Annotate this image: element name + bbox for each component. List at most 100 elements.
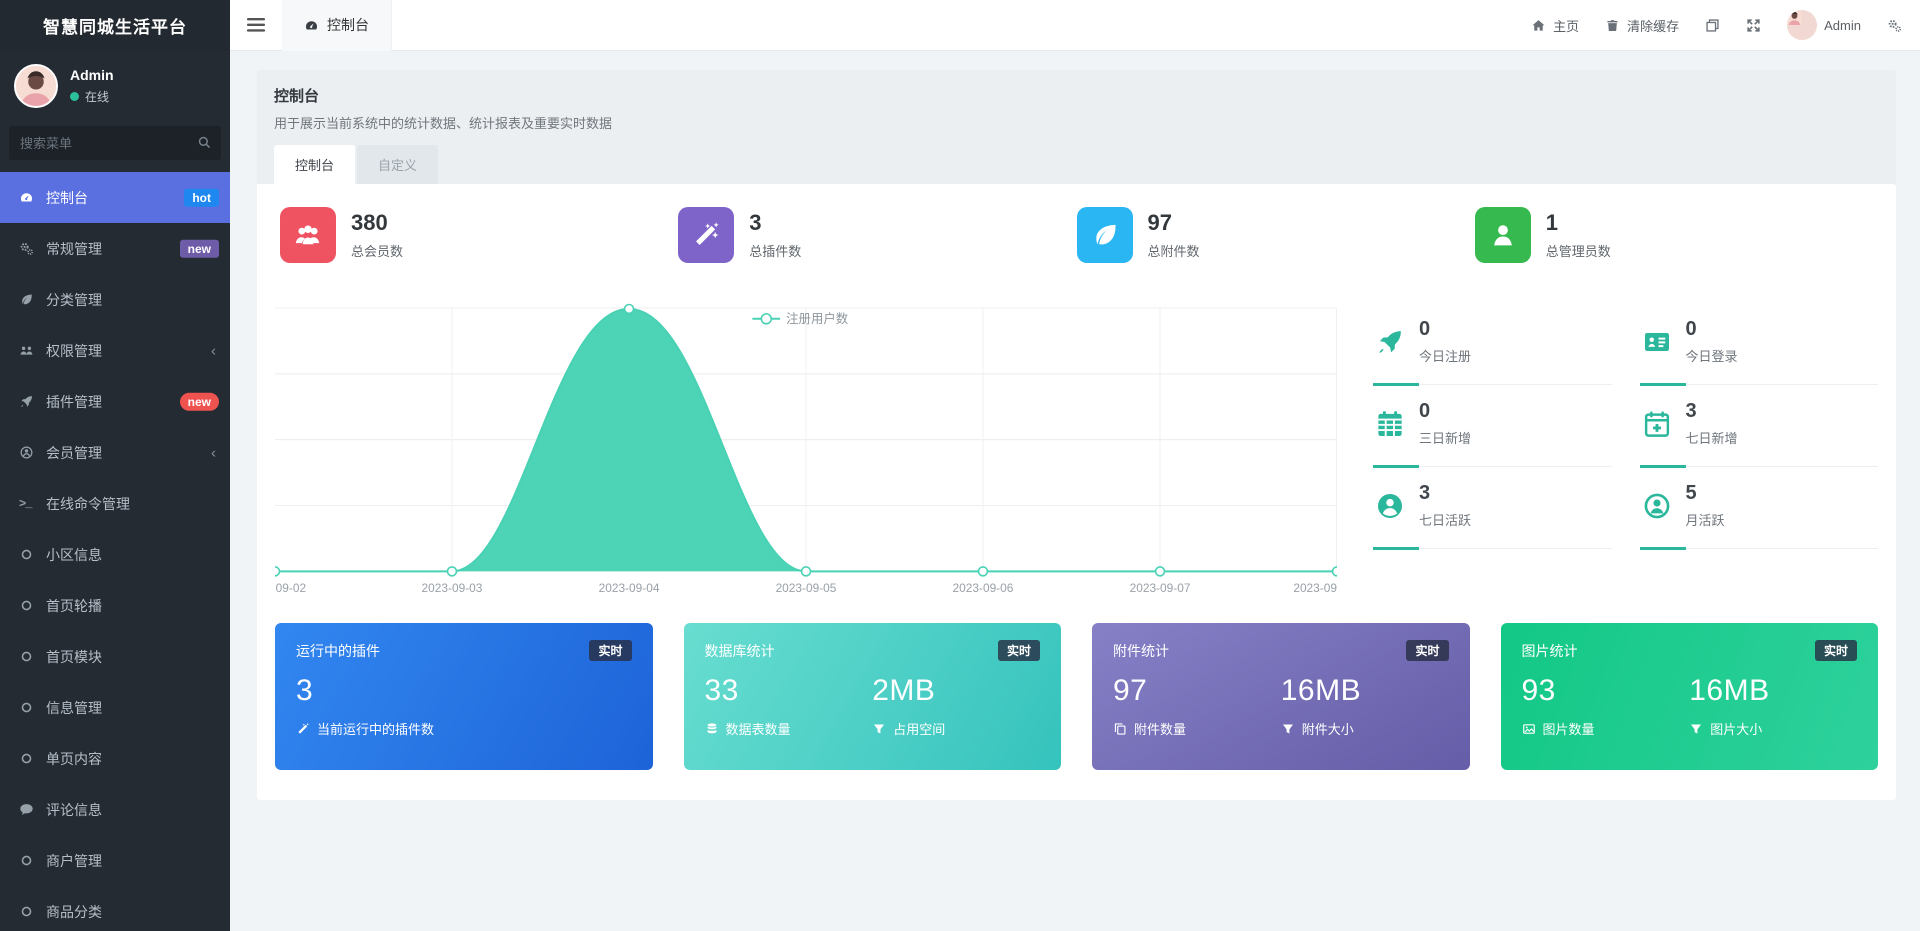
- image-icon: [1522, 722, 1536, 736]
- hamburger-icon[interactable]: [230, 0, 282, 51]
- hot-badge: hot: [184, 188, 219, 206]
- sidebar-item-member[interactable]: 会员管理 ‹: [0, 427, 230, 478]
- card-title: 运行中的插件: [296, 641, 380, 661]
- mini-label: 七日新增: [1686, 428, 1738, 447]
- user-group-icon: [280, 207, 336, 263]
- card-image-stats: 图片统计 实时 93 图片数量: [1501, 623, 1879, 770]
- sidebar-item-label: 单页内容: [46, 749, 102, 769]
- sidebar-item-dashboard[interactable]: 控制台 hot: [0, 172, 230, 223]
- sidebar-item-merchant[interactable]: 商户管理: [0, 835, 230, 886]
- area-chart: 注册用户数 09-02 2023-09-03 2023-09-04 2023-0…: [275, 303, 1337, 599]
- mini-value: 0: [1419, 400, 1471, 423]
- cogs-icon: [19, 241, 46, 256]
- mini-today-login: 0 今日登录: [1640, 303, 1879, 385]
- sidebar-item-banner[interactable]: 首页轮播: [0, 580, 230, 631]
- rocket-icon: [19, 394, 46, 409]
- terminal-icon: >_: [19, 497, 46, 511]
- stat-total-attachments: 97 总附件数: [1077, 207, 1475, 263]
- topbar: 控制台 主页 清除缓存: [230, 0, 1920, 51]
- sidebar-item-singlepage[interactable]: 单页内容: [0, 733, 230, 784]
- stat-total-admins: 1 总管理员数: [1475, 207, 1873, 263]
- card-title: 图片统计: [1522, 641, 1578, 661]
- topbar-tab-dashboard[interactable]: 控制台: [282, 0, 392, 51]
- stat-total-addons: 3 总插件数: [678, 207, 1076, 263]
- metric-value: 16MB: [1281, 674, 1449, 708]
- svg-text:2023-09-06: 2023-09-06: [953, 581, 1014, 595]
- stats-row: 380 总会员数 3 总插件数: [275, 207, 1878, 263]
- metric-label: 占用空间: [893, 719, 945, 738]
- new-badge: new: [180, 392, 219, 410]
- svg-text:2023-09: 2023-09: [1293, 581, 1337, 595]
- sidebar-item-label: 分类管理: [46, 290, 102, 310]
- sidebar-user-panel[interactable]: Admin 在线: [0, 51, 230, 118]
- sidebar-item-command[interactable]: >_ 在线命令管理: [0, 478, 230, 529]
- mini-seven-day-new: 3 七日新增: [1640, 385, 1879, 467]
- sidebar-item-comment[interactable]: 评论信息: [0, 784, 230, 835]
- circle-icon: [19, 853, 46, 868]
- mini-label: 今日登录: [1686, 346, 1738, 365]
- app-title: 智慧同城生活平台: [0, 0, 230, 51]
- metric-label: 图片大小: [1710, 719, 1762, 738]
- admin-menu[interactable]: Admin: [1787, 10, 1861, 40]
- user-name: Admin: [70, 67, 114, 83]
- clear-cache-button[interactable]: 清除缓存: [1605, 16, 1679, 35]
- metric-value: 3: [296, 674, 632, 708]
- sidebar-item-general[interactable]: 常规管理 new: [0, 223, 230, 274]
- panel-tabs: 控制台 自定义: [274, 145, 1879, 184]
- page-subtitle: 用于展示当前系统中的统计数据、统计报表及重要实时数据: [274, 113, 1879, 132]
- mini-label: 今日注册: [1419, 346, 1471, 365]
- stat-label: 总会员数: [351, 241, 403, 260]
- search-input[interactable]: [9, 126, 221, 160]
- tab-dashboard[interactable]: 控制台: [274, 145, 355, 184]
- main-area: 控制台 主页 清除缓存: [230, 0, 1920, 931]
- sidebar-item-category[interactable]: 分类管理: [0, 274, 230, 325]
- fullscreen-icon[interactable]: [1746, 18, 1761, 33]
- circle-icon: [19, 547, 46, 562]
- realtime-badge: 实时: [1815, 640, 1857, 661]
- gear-cluster-icon[interactable]: [1887, 18, 1902, 33]
- home-button[interactable]: 主页: [1531, 16, 1579, 35]
- chart-legend[interactable]: 注册用户数: [752, 311, 848, 326]
- sidebar-nav: 控制台 hot 常规管理 new 分类管理 权限管理 ‹ 插件管理 new: [0, 172, 230, 931]
- gauge-icon: [304, 18, 319, 33]
- home-label: 主页: [1553, 16, 1579, 35]
- calendar-plus-icon: [1642, 409, 1672, 439]
- sidebar-item-community[interactable]: 小区信息: [0, 529, 230, 580]
- sidebar-item-auth[interactable]: 权限管理 ‹: [0, 325, 230, 376]
- page-content: 控制台 用于展示当前系统中的统计数据、统计报表及重要实时数据 控制台 自定义: [230, 51, 1920, 931]
- leaf-icon: [1077, 207, 1133, 263]
- sidebar-item-homemodule[interactable]: 首页模块: [0, 631, 230, 682]
- sidebar-item-addon[interactable]: 插件管理 new: [0, 376, 230, 427]
- mini-three-day-new: 0 三日新增: [1373, 385, 1612, 467]
- stat-value: 380: [351, 210, 403, 236]
- sidebar-item-label: 常规管理: [46, 239, 102, 259]
- search-icon: [197, 135, 212, 155]
- stat-total-members: 380 总会员数: [280, 207, 678, 263]
- sidebar-item-goodscategory[interactable]: 商品分类: [0, 886, 230, 931]
- sidebar-item-label: 信息管理: [46, 698, 102, 718]
- metric-label: 数据表数量: [726, 719, 791, 738]
- tab-custom[interactable]: 自定义: [357, 145, 438, 184]
- trash-icon: [1605, 18, 1620, 33]
- circle-icon: [19, 700, 46, 715]
- svg-text:2023-09-03: 2023-09-03: [422, 581, 483, 595]
- user-icon: [1475, 207, 1531, 263]
- sidebar-item-info[interactable]: 信息管理: [0, 682, 230, 733]
- card-title: 数据库统计: [705, 641, 775, 661]
- avatar: [14, 64, 58, 108]
- database-icon: [705, 722, 719, 736]
- mini-today-register: 0 今日注册: [1373, 303, 1612, 385]
- circle-icon: [19, 904, 46, 919]
- stat-value: 3: [749, 210, 801, 236]
- chevron-left-icon: ‹: [211, 444, 216, 461]
- comment-icon: [19, 802, 46, 817]
- stat-value: 97: [1148, 210, 1200, 236]
- filter-icon: [1689, 722, 1703, 736]
- mini-label: 月活跃: [1686, 510, 1725, 529]
- sidebar-item-label: 权限管理: [46, 341, 102, 361]
- sidebar-item-label: 商品分类: [46, 902, 102, 922]
- home-icon: [1531, 18, 1546, 33]
- calendar-icon: [1375, 409, 1405, 439]
- window-switch-icon[interactable]: [1705, 18, 1720, 33]
- users-icon: [19, 343, 46, 358]
